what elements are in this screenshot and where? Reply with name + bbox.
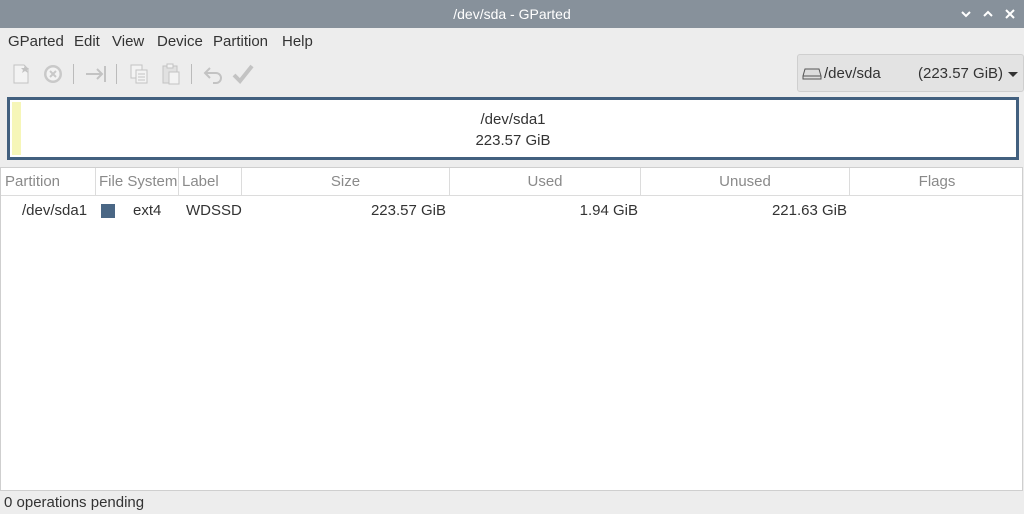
apply-icon [232, 64, 254, 84]
menu-help[interactable]: Help [282, 33, 313, 50]
new-partition-icon [13, 64, 29, 84]
menu-gparted[interactable]: GParted [8, 33, 64, 50]
undo-icon [203, 67, 222, 84]
column-header-filesystem[interactable]: File System [96, 168, 179, 196]
menu-view[interactable]: View [112, 33, 144, 50]
cell-partition: /dev/sda1 [22, 202, 88, 219]
cell-used: 1.94 GiB [579, 202, 638, 219]
device-name: /dev/sda [824, 65, 881, 82]
close-button[interactable] [1002, 6, 1018, 22]
column-header-used[interactable]: Used [450, 168, 641, 196]
apply-button[interactable] [231, 62, 255, 86]
cell-flags [850, 198, 1020, 224]
column-header-unused[interactable]: Unused [641, 168, 850, 196]
column-header-partition[interactable]: Partition [1, 168, 96, 196]
paste-button[interactable] [159, 62, 183, 86]
toolbar-separator [116, 64, 117, 84]
resize-move-button[interactable] [84, 62, 108, 86]
cell-size: 223.57 GiB [370, 202, 446, 219]
toolbar [0, 56, 780, 90]
filesystem-color-swatch [101, 204, 115, 218]
paste-icon [162, 63, 180, 85]
status-bar: 0 operations pending [4, 494, 145, 511]
device-selector[interactable]: /dev/sda (223.57 GiB) [797, 54, 1024, 92]
menu-edit[interactable]: Edit [74, 33, 100, 50]
device-size: (223.57 GiB) [918, 65, 1004, 82]
title-bar: /dev/sda - GParted [0, 0, 1024, 28]
menu-device[interactable]: Device [157, 33, 203, 50]
menu-partition[interactable]: Partition [213, 33, 268, 50]
hard-disk-icon [802, 68, 822, 80]
disk-map[interactable]: /dev/sda1 223.57 GiB [7, 97, 1019, 160]
menu-bar: GParted Edit View Device Partition Help [0, 28, 1024, 54]
copy-button[interactable] [127, 62, 151, 86]
chevron-up-icon [983, 10, 993, 17]
maximize-button[interactable] [980, 6, 996, 22]
disk-map-partition-size: 223.57 GiB [475, 132, 551, 149]
column-header-label[interactable]: Label [179, 168, 242, 196]
resize-move-icon [86, 66, 106, 82]
delete-button[interactable] [41, 62, 65, 86]
window-title: /dev/sda - GParted [453, 6, 571, 22]
toolbar-separator [191, 64, 192, 84]
column-header-flags[interactable]: Flags [850, 168, 1024, 196]
table-header: Partition File System Label Size Used Un… [1, 168, 1022, 196]
disk-map-partition-name: /dev/sda1 [480, 111, 546, 128]
delete-icon [44, 65, 62, 83]
chevron-down-icon [961, 11, 971, 18]
undo-button[interactable] [201, 62, 225, 86]
cell-label: WDSSD [186, 202, 242, 219]
cell-filesystem: ext4 [133, 202, 162, 219]
column-header-size[interactable]: Size [242, 168, 450, 196]
close-icon [1005, 9, 1015, 19]
toolbar-separator [73, 64, 74, 84]
new-partition-button[interactable] [9, 62, 33, 86]
minimize-button[interactable] [958, 6, 974, 22]
copy-icon [130, 64, 148, 84]
dropdown-arrow-icon [1008, 72, 1018, 77]
partition-table: Partition File System Label Size Used Un… [0, 167, 1023, 491]
cell-unused: 221.63 GiB [771, 202, 847, 219]
